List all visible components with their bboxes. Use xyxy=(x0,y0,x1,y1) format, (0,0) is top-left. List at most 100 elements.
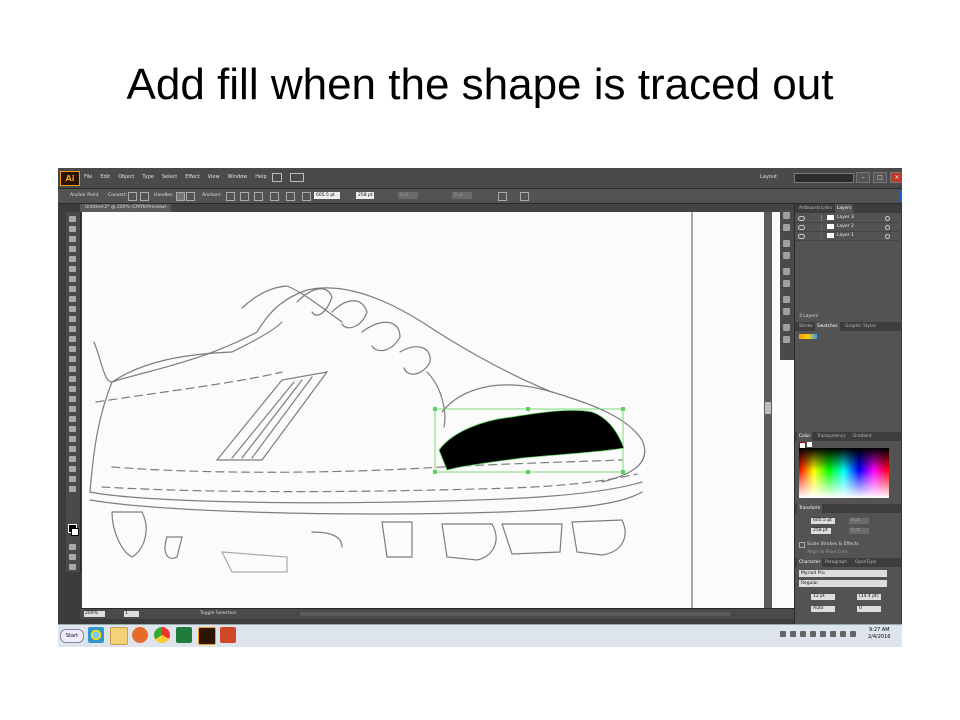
hand-tool-icon[interactable] xyxy=(69,476,76,482)
target-icon[interactable] xyxy=(885,225,890,230)
color-mode-icon[interactable] xyxy=(69,544,76,550)
line-tool-icon[interactable] xyxy=(69,276,76,282)
lasso-tool-icon[interactable] xyxy=(69,246,76,252)
tray-icon[interactable] xyxy=(780,631,786,637)
blend-tool-icon[interactable] xyxy=(69,426,76,432)
clock[interactable]: 9:27 AM 2/4/2016 xyxy=(868,627,890,641)
swatches-icon[interactable] xyxy=(783,240,790,247)
tab-transform[interactable]: Transform xyxy=(797,504,823,513)
appearance-icon[interactable] xyxy=(783,324,790,331)
tab-layers[interactable]: Layers xyxy=(835,204,854,213)
stroke-swatch[interactable] xyxy=(71,528,79,536)
tab-transparency[interactable]: Transparency xyxy=(817,434,846,439)
align-icon[interactable] xyxy=(286,192,295,201)
horizontal-scrollbar[interactable] xyxy=(300,612,730,616)
hide-handles-icon[interactable] xyxy=(186,192,195,201)
convert-corner-icon[interactable] xyxy=(128,192,137,201)
panel-menu-icon[interactable] xyxy=(882,192,889,199)
layer-row[interactable]: Layer 3 xyxy=(795,214,899,223)
graphic-styles-icon[interactable] xyxy=(783,280,790,287)
tray-icon[interactable] xyxy=(800,631,806,637)
menu-edit[interactable]: Edit xyxy=(100,174,110,180)
transform-h-field[interactable]: 0 pt xyxy=(849,528,869,534)
minimize-button[interactable]: – xyxy=(856,172,870,183)
pencil-tool-icon[interactable] xyxy=(69,306,76,312)
color-guide-icon[interactable] xyxy=(783,212,790,219)
blob-brush-tool-icon[interactable] xyxy=(69,316,76,322)
artboard-canvas[interactable] xyxy=(82,212,798,608)
font-size-field[interactable]: 12 pt xyxy=(811,594,835,600)
start-button[interactable]: Start xyxy=(60,629,84,643)
isolate-selected-icon[interactable] xyxy=(498,192,507,201)
scale-tool-icon[interactable] xyxy=(69,346,76,352)
layer-row[interactable]: Layer 2 xyxy=(795,223,899,232)
font-style-select[interactable]: Regular xyxy=(799,580,887,587)
artboard-navigator[interactable]: 1 xyxy=(124,611,139,617)
eyedropper-tool-icon[interactable] xyxy=(69,416,76,422)
swatch-row[interactable] xyxy=(799,334,817,339)
magic-wand-tool-icon[interactable] xyxy=(69,236,76,242)
symbol-sprayer-tool-icon[interactable] xyxy=(69,436,76,442)
pen-tool-icon[interactable] xyxy=(69,256,76,262)
menu-select[interactable]: Select xyxy=(162,174,177,180)
w-field[interactable]: 0 pt xyxy=(398,192,418,199)
tab-opentype[interactable]: OpenType xyxy=(855,560,876,565)
scale-strokes-checkbox[interactable] xyxy=(799,542,805,548)
width-tool-icon[interactable] xyxy=(69,356,76,362)
connect-anchor-icon[interactable] xyxy=(240,192,249,201)
search-input[interactable] xyxy=(794,173,854,183)
remove-anchor-icon[interactable] xyxy=(226,192,235,201)
menu-file[interactable]: File xyxy=(84,174,92,180)
chrome-icon[interactable] xyxy=(154,627,170,643)
vertical-scrollbar[interactable] xyxy=(764,212,772,608)
draw-mode-icon[interactable] xyxy=(69,554,76,560)
tab-gradient[interactable]: Gradient xyxy=(853,434,872,439)
illustrator-icon[interactable] xyxy=(198,627,216,645)
menu-view[interactable]: View xyxy=(208,174,220,180)
tab-color[interactable]: Color xyxy=(797,432,813,441)
workspace-switcher[interactable]: Layout xyxy=(760,174,777,180)
tracking-field[interactable]: 0 xyxy=(857,606,881,612)
tab-links[interactable]: Links xyxy=(821,206,832,211)
powerpoint-icon[interactable] xyxy=(220,627,236,643)
type-tool-icon[interactable] xyxy=(69,266,76,272)
zoom-tool-icon[interactable] xyxy=(69,486,76,492)
transform-w-field[interactable]: 0 pt xyxy=(849,518,869,524)
brushes-icon[interactable] xyxy=(783,252,790,259)
mesh-tool-icon[interactable] xyxy=(69,396,76,402)
close-button[interactable]: × xyxy=(890,172,902,183)
stroke-icon[interactable] xyxy=(783,296,790,303)
tray-icon[interactable] xyxy=(790,631,796,637)
menu-effect[interactable]: Effect xyxy=(185,174,199,180)
color-icon[interactable] xyxy=(783,224,790,231)
target-icon[interactable] xyxy=(885,216,890,221)
isolate-icon[interactable] xyxy=(270,192,279,201)
character-icon[interactable] xyxy=(783,336,790,343)
media-icon[interactable] xyxy=(132,627,148,643)
excel-icon[interactable] xyxy=(176,627,192,643)
ie-icon[interactable] xyxy=(88,627,104,643)
network-icon[interactable] xyxy=(840,631,846,637)
folder-icon[interactable] xyxy=(110,627,128,645)
shape-builder-tool-icon[interactable] xyxy=(69,376,76,382)
kerning-field[interactable]: Auto xyxy=(811,606,835,612)
visibility-icon[interactable] xyxy=(798,216,805,221)
screen-mode-icon[interactable] xyxy=(69,564,76,570)
font-family-select[interactable]: Myriad Pro xyxy=(799,570,887,577)
transform-icon[interactable] xyxy=(302,192,311,201)
maximize-button[interactable]: □ xyxy=(873,172,887,183)
tab-paragraph[interactable]: Paragraph xyxy=(825,560,847,565)
visibility-icon[interactable] xyxy=(798,225,805,230)
target-icon[interactable] xyxy=(885,234,890,239)
slice-tool-icon[interactable] xyxy=(69,466,76,472)
tab-character[interactable]: Character xyxy=(797,558,823,567)
column-graph-tool-icon[interactable] xyxy=(69,446,76,452)
tab-stroke[interactable]: Stroke xyxy=(799,324,813,329)
tab-graphic-styles[interactable]: Graphic Styles xyxy=(845,324,876,329)
rectangle-tool-icon[interactable] xyxy=(69,286,76,292)
white-swatch[interactable] xyxy=(807,442,812,447)
zoom-select[interactable]: 200% xyxy=(84,611,105,617)
menu-help[interactable]: Help xyxy=(255,174,266,180)
direct-selection-tool-icon[interactable] xyxy=(69,226,76,232)
show-handles-icon[interactable] xyxy=(176,192,185,201)
